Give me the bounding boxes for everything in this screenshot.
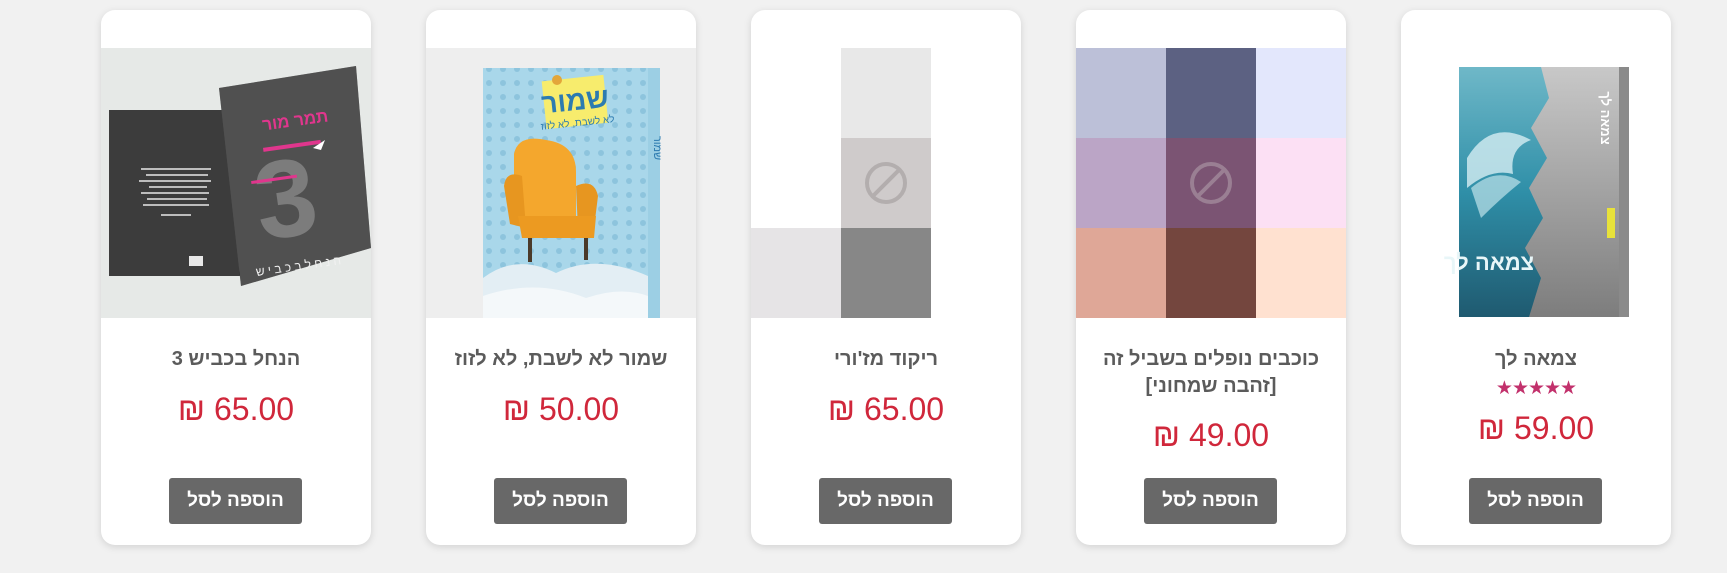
book-cover-illustration: תמר מור 3 ה נ ח ל ב כ ב י ש: [109, 66, 371, 286]
placeholder-tile: [1256, 138, 1346, 228]
product-image-placeholder[interactable]: [1076, 48, 1346, 318]
placeholder-tile: [931, 48, 1021, 138]
placeholder-tile: [1076, 48, 1166, 138]
cover-title: צמאה לך: [1444, 250, 1534, 275]
placeholder-tile: [931, 228, 1021, 318]
placeholder-tile: [1256, 228, 1346, 318]
product-price: 65.00 ₪: [827, 391, 945, 427]
product-card: צמאה לך צמאה לך צמאה לך ★★★★★ 59.00 ₪ הו…: [1401, 10, 1671, 545]
product-image-placeholder[interactable]: [751, 48, 1021, 318]
add-to-cart-button[interactable]: הוספה לסל: [1469, 478, 1602, 524]
product-title[interactable]: צמאה לך: [1411, 346, 1661, 373]
placeholder-tile: [1166, 228, 1256, 318]
product-image[interactable]: תמר מור 3 ה נ ח ל ב כ ב י ש: [101, 48, 371, 318]
placeholder-tile: [1076, 228, 1166, 318]
book-cover-illustration: צמאה לך צמאה לך: [1444, 67, 1629, 317]
placeholder-tile: [751, 138, 841, 228]
rating-stars: ★★★★★: [1495, 378, 1577, 399]
no-image-icon: [1190, 162, 1232, 204]
add-to-cart-button[interactable]: הוספה לסל: [494, 478, 627, 524]
product-image[interactable]: צמאה לך צמאה לך: [1401, 48, 1671, 318]
placeholder-tile: [841, 228, 931, 318]
product-card: תמר מור 3 ה נ ח ל ב כ ב י ש הנחל בכביש 3…: [101, 10, 371, 545]
add-to-cart-button[interactable]: הוספה לסל: [1144, 478, 1277, 524]
placeholder-tile: [751, 48, 841, 138]
add-to-cart-button[interactable]: הוספה לסל: [819, 478, 952, 524]
placeholder-tile: [1256, 48, 1346, 138]
product-price: 50.00 ₪: [502, 391, 620, 427]
product-card: ריקוד מז'ורי 65.00 ₪ הוספה לסל: [751, 10, 1021, 545]
product-title[interactable]: ריקוד מז'ורי: [761, 346, 1011, 373]
product-price: 49.00 ₪: [1152, 417, 1270, 453]
add-to-cart-button[interactable]: הוספה לסל: [169, 478, 302, 524]
cover-spine: שמור: [651, 136, 663, 160]
placeholder-tile: [1166, 48, 1256, 138]
cover-spine: צמאה לך: [1598, 91, 1613, 144]
product-price: 59.00 ₪: [1477, 410, 1595, 446]
placeholder-tile: [841, 48, 931, 138]
placeholder-tile: [931, 138, 1021, 228]
product-card: כוכבים נופלים בשביל זה [זהבה שמחוני] 49.…: [1076, 10, 1346, 545]
product-title[interactable]: כוכבים נופלים בשביל זה [זהבה שמחוני]: [1086, 346, 1336, 400]
book-cover-illustration: שמור לא לשבת, לא לזוז שמור: [483, 68, 663, 318]
product-title[interactable]: הנחל בכביש 3: [111, 346, 361, 373]
product-price: 65.00 ₪: [177, 391, 295, 427]
product-title[interactable]: שמור לא לשבת, לא לזוז: [436, 346, 686, 373]
placeholder-tile: [751, 228, 841, 318]
product-image[interactable]: שמור לא לשבת, לא לזוז שמור: [426, 48, 696, 318]
placeholder-tile: [1076, 138, 1166, 228]
no-image-icon: [865, 162, 907, 204]
product-card: שמור לא לשבת, לא לזוז שמור שמור לא לשבת,…: [426, 10, 696, 545]
